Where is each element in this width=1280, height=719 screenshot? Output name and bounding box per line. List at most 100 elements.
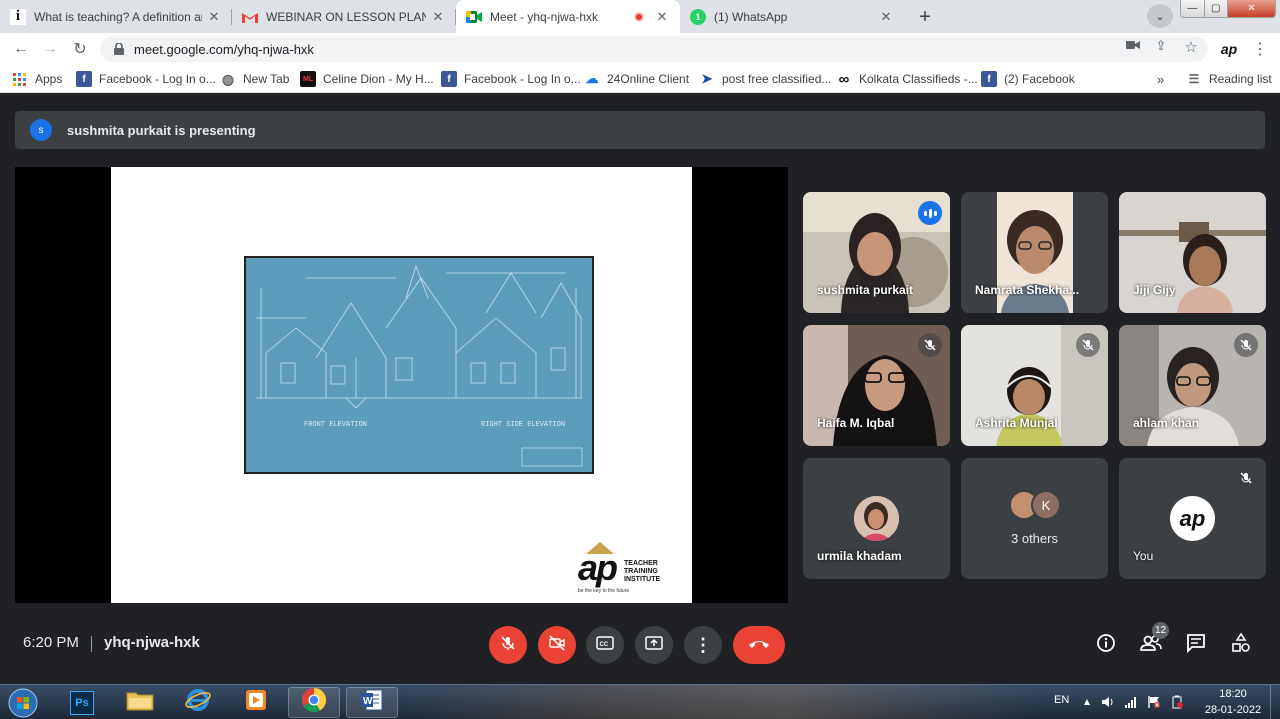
participant-name: Ashrita Munjal <box>975 416 1058 430</box>
bookmark-apps[interactable]: Apps <box>13 70 62 88</box>
divider <box>91 636 92 652</box>
minimize-icon[interactable]: — <box>1181 0 1205 17</box>
reload-icon[interactable]: ↻ <box>69 38 91 60</box>
participant-tile-jiji[interactable]: Jiji Gijy <box>1119 192 1266 313</box>
apps-grid-icon <box>13 72 26 86</box>
profile-avatar[interactable]: ap <box>1218 38 1240 60</box>
bookmark-new-tab[interactable]: ◍ New Tab <box>220 70 290 88</box>
participant-tile-namrata[interactable]: Namrata Shekha... <box>961 192 1108 313</box>
close-icon[interactable]: ✕ <box>654 9 670 25</box>
camera-toggle-button[interactable] <box>538 626 576 664</box>
taskbar-date[interactable]: 28-01-2022 <box>1202 704 1264 716</box>
participant-tile-sushmita[interactable]: sushmita purkait <box>803 192 950 313</box>
close-icon[interactable]: ✕ <box>878 9 894 25</box>
close-icon[interactable]: ✕ <box>430 9 446 25</box>
taskbar-clock[interactable]: 18:20 <box>1204 688 1262 700</box>
new-tab-button[interactable]: + <box>912 4 938 30</box>
logo-tagline: be the key to the future <box>578 588 630 594</box>
lock-icon <box>112 43 126 55</box>
reading-list-label: Reading list <box>1209 72 1272 86</box>
network-signal-icon[interactable] <box>1124 695 1138 709</box>
bookmark-kolkata-classifieds[interactable]: ∞ Kolkata Classifieds -... <box>836 70 978 88</box>
captions-icon: CC <box>596 635 614 655</box>
internet-explorer-icon <box>185 687 211 718</box>
logo-line: TRAINING <box>624 568 658 575</box>
close-icon[interactable]: ✕ <box>206 9 222 25</box>
tab-title: What is teaching? A definition and <box>34 9 202 24</box>
tab-webinar-lesson-plan[interactable]: WEBINAR ON LESSON PLAN ON ✕ <box>232 0 456 33</box>
browser-tab-strip: i What is teaching? A definition and ✕ W… <box>0 0 1280 33</box>
bookmark-label: Apps <box>35 72 63 86</box>
tab-whatsapp[interactable]: 1 (1) WhatsApp ✕ <box>680 0 904 33</box>
address-bar[interactable]: meet.google.com/yhq-njwa-hxk <box>100 36 1208 62</box>
present-now-button[interactable] <box>635 626 673 664</box>
bookmark-facebook-1[interactable]: f Facebook - Log In o... <box>76 70 216 88</box>
back-icon[interactable]: ← <box>10 38 32 60</box>
bookmark-facebook-2[interactable]: f Facebook - Log In o... <box>441 70 581 88</box>
participant-tile-urmila[interactable]: urmila khadam <box>803 458 950 579</box>
activities-button[interactable] <box>1228 632 1254 658</box>
volume-icon[interactable] <box>1101 695 1115 709</box>
participant-tile-others[interactable]: K 3 others <box>961 458 1108 579</box>
taskbar-chrome[interactable] <box>288 687 340 718</box>
leave-call-button[interactable] <box>733 626 785 664</box>
bookmarks-overflow-button[interactable]: » <box>1157 70 1164 88</box>
mic-toggle-button[interactable] <box>489 626 527 664</box>
bookmark-24online[interactable]: ☁ 24Online Client <box>584 70 690 88</box>
show-desktop-button[interactable] <box>1270 685 1280 719</box>
tab-search-button[interactable]: ⌄ <box>1147 4 1173 28</box>
language-indicator[interactable]: EN <box>1054 694 1069 706</box>
bookmark-facebook-3[interactable]: f (2) Facebook <box>981 70 1075 88</box>
reading-list-button[interactable]: ☰ Reading list <box>1186 70 1272 88</box>
taskbar-photoshop[interactable]: Ps <box>56 687 108 718</box>
show-hidden-icons-icon[interactable]: ▲ <box>1080 695 1094 709</box>
bookmark-label: post free classified... <box>722 72 832 86</box>
camera-in-use-icon[interactable] <box>1124 38 1142 53</box>
taskbar-word[interactable]: W <box>346 687 398 718</box>
participant-tile-you[interactable]: ap You <box>1119 458 1266 579</box>
action-center-flag-icon[interactable] <box>1147 695 1161 709</box>
participant-name: You <box>1133 549 1154 563</box>
activities-icon <box>1231 632 1251 658</box>
camera-off-icon <box>548 634 566 656</box>
share-icon[interactable]: ⇪ <box>1152 38 1170 54</box>
others-count-label: 3 others <box>1011 531 1058 546</box>
tab-meet[interactable]: Meet - yhq-njwa-hxk ✕ <box>456 0 680 33</box>
recording-icon <box>634 11 644 22</box>
taskbar-media-player[interactable] <box>230 687 282 718</box>
taskbar-internet-explorer[interactable] <box>172 687 224 718</box>
presentation-stage[interactable]: FRONT ELEVATION RIGHT SIDE ELEVATION ap … <box>15 167 788 603</box>
participant-tile-ashrita[interactable]: Ashrita Munjal <box>961 325 1108 446</box>
maximize-icon[interactable]: ▢ <box>1204 0 1229 17</box>
chat-button[interactable] <box>1183 632 1209 658</box>
participant-avatar: K <box>1031 490 1061 520</box>
mic-off-icon <box>1076 333 1100 357</box>
url-text[interactable]: meet.google.com/yhq-njwa-hxk <box>134 42 1208 57</box>
participant-tile-haifa[interactable]: Haifa M. Iqbal <box>803 325 950 446</box>
close-window-icon[interactable]: ✕ <box>1228 0 1275 17</box>
bookmark-label: New Tab <box>243 72 290 86</box>
windows-start-button[interactable] <box>5 686 41 719</box>
word-icon: W <box>360 688 384 717</box>
bookmark-celine-dion[interactable]: ML Celine Dion - My H... <box>300 70 434 88</box>
people-button[interactable]: 12 <box>1138 622 1170 658</box>
taskbar-file-explorer[interactable] <box>114 687 166 718</box>
speaking-indicator-icon <box>918 201 942 225</box>
meeting-details-button[interactable] <box>1093 632 1119 658</box>
tab-what-is-teaching[interactable]: i What is teaching? A definition and ✕ <box>0 0 232 33</box>
bookmark-star-icon[interactable]: ☆ <box>1182 38 1200 56</box>
reading-list-icon: ☰ <box>1188 72 1200 86</box>
presenting-banner: s sushmita purkait is presenting <box>15 111 1265 149</box>
battery-alert-icon[interactable] <box>1170 695 1184 709</box>
captions-button[interactable]: CC <box>586 626 624 664</box>
svg-text:CC: CC <box>600 642 609 648</box>
forward-icon[interactable]: → <box>39 38 61 60</box>
bookmark-post-free-classified[interactable]: ➤ post free classified... <box>699 70 832 88</box>
chrome-menu-icon[interactable]: ⋮ <box>1252 37 1268 61</box>
logo-institute-text: TEACHER TRAINING INSTITUTE <box>624 560 660 584</box>
chat-icon <box>1186 633 1206 658</box>
blueprint-image: FRONT ELEVATION RIGHT SIDE ELEVATION <box>244 256 594 474</box>
more-options-button[interactable]: ⋮ <box>684 626 722 664</box>
logo-line: TEACHER <box>624 560 658 567</box>
participant-tile-ahlam[interactable]: ahlam khan <box>1119 325 1266 446</box>
